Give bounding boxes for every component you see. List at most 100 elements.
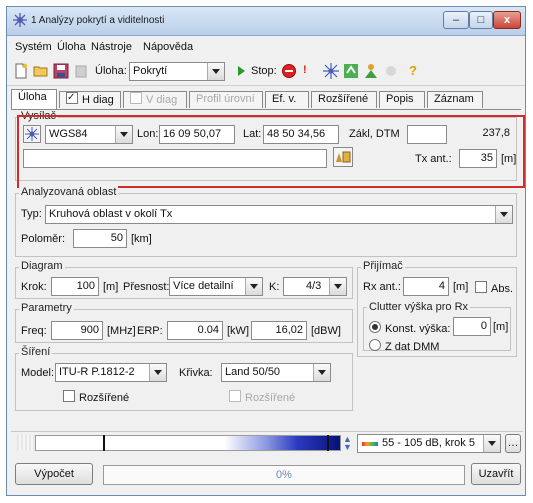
delete-icon [75,65,87,78]
model-value: ITU-R P.1812-2 [59,366,135,378]
tab-zaznam[interactable]: Záznam [427,91,483,108]
freq-input[interactable]: 900 [51,321,103,340]
radio-button[interactable] [369,339,381,351]
menu-uloha[interactable]: Úloha [57,41,86,53]
tab-h-diag[interactable]: H diag [59,90,121,108]
parametry-label: Parametry [19,302,74,314]
help-icon[interactable]: ? [409,63,417,78]
model-select[interactable]: ITU-R P.1812-2 [55,363,167,382]
checkbox-box[interactable] [475,281,487,293]
abs-checkbox[interactable]: Abs. [475,281,513,295]
refresh-map-icon[interactable] [343,63,359,79]
minimize-button[interactable]: – [443,11,469,29]
rozsirene-krivka-label: Rozšířené [245,392,296,404]
rx-ant-label: Rx ant.: [363,281,401,293]
menu-napoveda[interactable]: Nápověda [143,41,193,53]
konst-vyska-radio[interactable]: Konst. výška: [369,321,450,335]
krok-input[interactable]: 100 [51,277,99,296]
uloha-select[interactable]: Pokrytí [129,62,225,81]
person-icon[interactable] [363,63,379,79]
presnost-select[interactable]: Více detailní [169,277,263,296]
menu-system[interactable]: Systém [15,41,52,53]
toolbar: Úloha: Pokrytí Stop: ! ? [7,59,525,86]
chevron-down-icon [207,63,224,80]
presnost-label: Přesnost: [123,281,170,293]
abs-label: Abs. [491,283,514,295]
konst-vyska-unit: [m] [493,321,509,333]
krivka-label: Křivka: [179,367,213,379]
tab-v-diag: V diag [123,91,187,108]
rx-ant-input[interactable]: 4 [403,277,449,296]
palette-swatch-icon [362,442,378,446]
more-options-button[interactable]: … [505,434,521,453]
k-label: K: [269,281,280,293]
dbw-unit: [dBW] [311,325,341,337]
chevron-down-icon [245,278,262,295]
uzavrit-button[interactable]: Uzavřít [471,463,521,485]
z-dat-dmm-label: Z dat DMM [385,341,440,353]
scale-range-select[interactable]: 55 - 105 dB, krok 5 [357,434,501,453]
krivka-value: Land 50/50 [225,366,281,378]
presnost-value: Více detailní [173,280,234,292]
spinner-arrows-icon[interactable]: ▲ ▼ [343,435,353,452]
typ-label: Typ: [21,208,42,220]
chevron-down-icon [329,278,346,295]
stop-label: Stop: [251,65,277,77]
warning-icon: ! [303,64,307,76]
title-bar: 1 Analýzy pokrytí a viditelnosti – □ x [7,7,525,36]
new-file-icon[interactable] [13,63,29,79]
chevron-down-icon [495,206,512,223]
menu-bar: Systém Úloha Nástroje Nápověda [7,37,525,57]
scale-grip[interactable] [17,435,35,451]
open-folder-icon[interactable] [33,63,49,79]
stop-icon[interactable] [281,63,297,79]
app-window: 1 Analýzy pokrytí a viditelnosti – □ x S… [6,6,526,496]
close-window-button[interactable]: x [493,11,521,29]
h-diag-checkbox[interactable] [66,90,78,105]
radio-button[interactable] [369,321,381,333]
k-value: 4/3 [306,280,322,292]
uloha-value: Pokrytí [133,65,168,77]
chevron-down-icon [313,364,330,381]
color-scale[interactable] [35,435,341,451]
polomer-label: Poloměr: [21,233,66,245]
erp-input[interactable]: 0.04 [167,321,223,340]
rozsirene-model-checkbox[interactable]: Rozšířené [63,390,129,404]
krivka-select[interactable]: Land 50/50 [221,363,331,382]
krok-label: Krok: [21,281,47,293]
vypocet-button[interactable]: Výpočet [15,463,93,485]
tab-rozsirene[interactable]: Rozšířené [311,91,377,108]
save-icon[interactable] [53,63,69,79]
konst-vyska-input[interactable]: 0 [453,317,491,336]
menu-nastroje[interactable]: Nástroje [91,41,132,53]
typ-select[interactable]: Kruhová oblast v okolí Tx [45,205,513,224]
chevron-down-icon [149,364,166,381]
scale-marker-left[interactable] [103,435,105,451]
tab-h-diag-label: H diag [82,94,114,106]
checkbox-box[interactable] [63,390,75,402]
k-select[interactable]: 4/3 [283,277,347,296]
chevron-down-icon [483,435,500,452]
antenna-tool-icon[interactable] [323,63,339,79]
polomer-input[interactable]: 50 [73,229,127,248]
checkbox-box [229,390,241,402]
dbw-input[interactable]: 16,02 [251,321,307,340]
polomer-unit: [km] [131,233,152,245]
rozsirene-model-label: Rozšířené [79,392,130,404]
z-dat-dmm-radio[interactable]: Z dat DMM [369,339,439,353]
play-icon[interactable] [233,63,249,79]
tab-uloha[interactable]: Úloha [11,89,57,109]
tab-ef-v[interactable]: Ef. v. [265,91,309,108]
maximize-button[interactable]: □ [469,11,493,29]
typ-value: Kruhová oblast v okolí Tx [49,208,173,220]
tab-v-diag-label: V diag [146,94,178,106]
diagram-label: Diagram [19,260,65,272]
scale-marker-right[interactable] [327,435,329,451]
tab-profil-urovni: Profil úrovní [189,91,263,108]
rozsirene-krivka-checkbox: Rozšířené [229,390,295,404]
uloha-label: Úloha: [95,65,127,77]
konst-vyska-label: Konst. výška: [385,323,451,335]
clutter-label: Clutter výška pro Rx [367,301,471,313]
v-diag-checkbox [130,92,142,104]
tab-popis[interactable]: Popis [379,91,425,108]
